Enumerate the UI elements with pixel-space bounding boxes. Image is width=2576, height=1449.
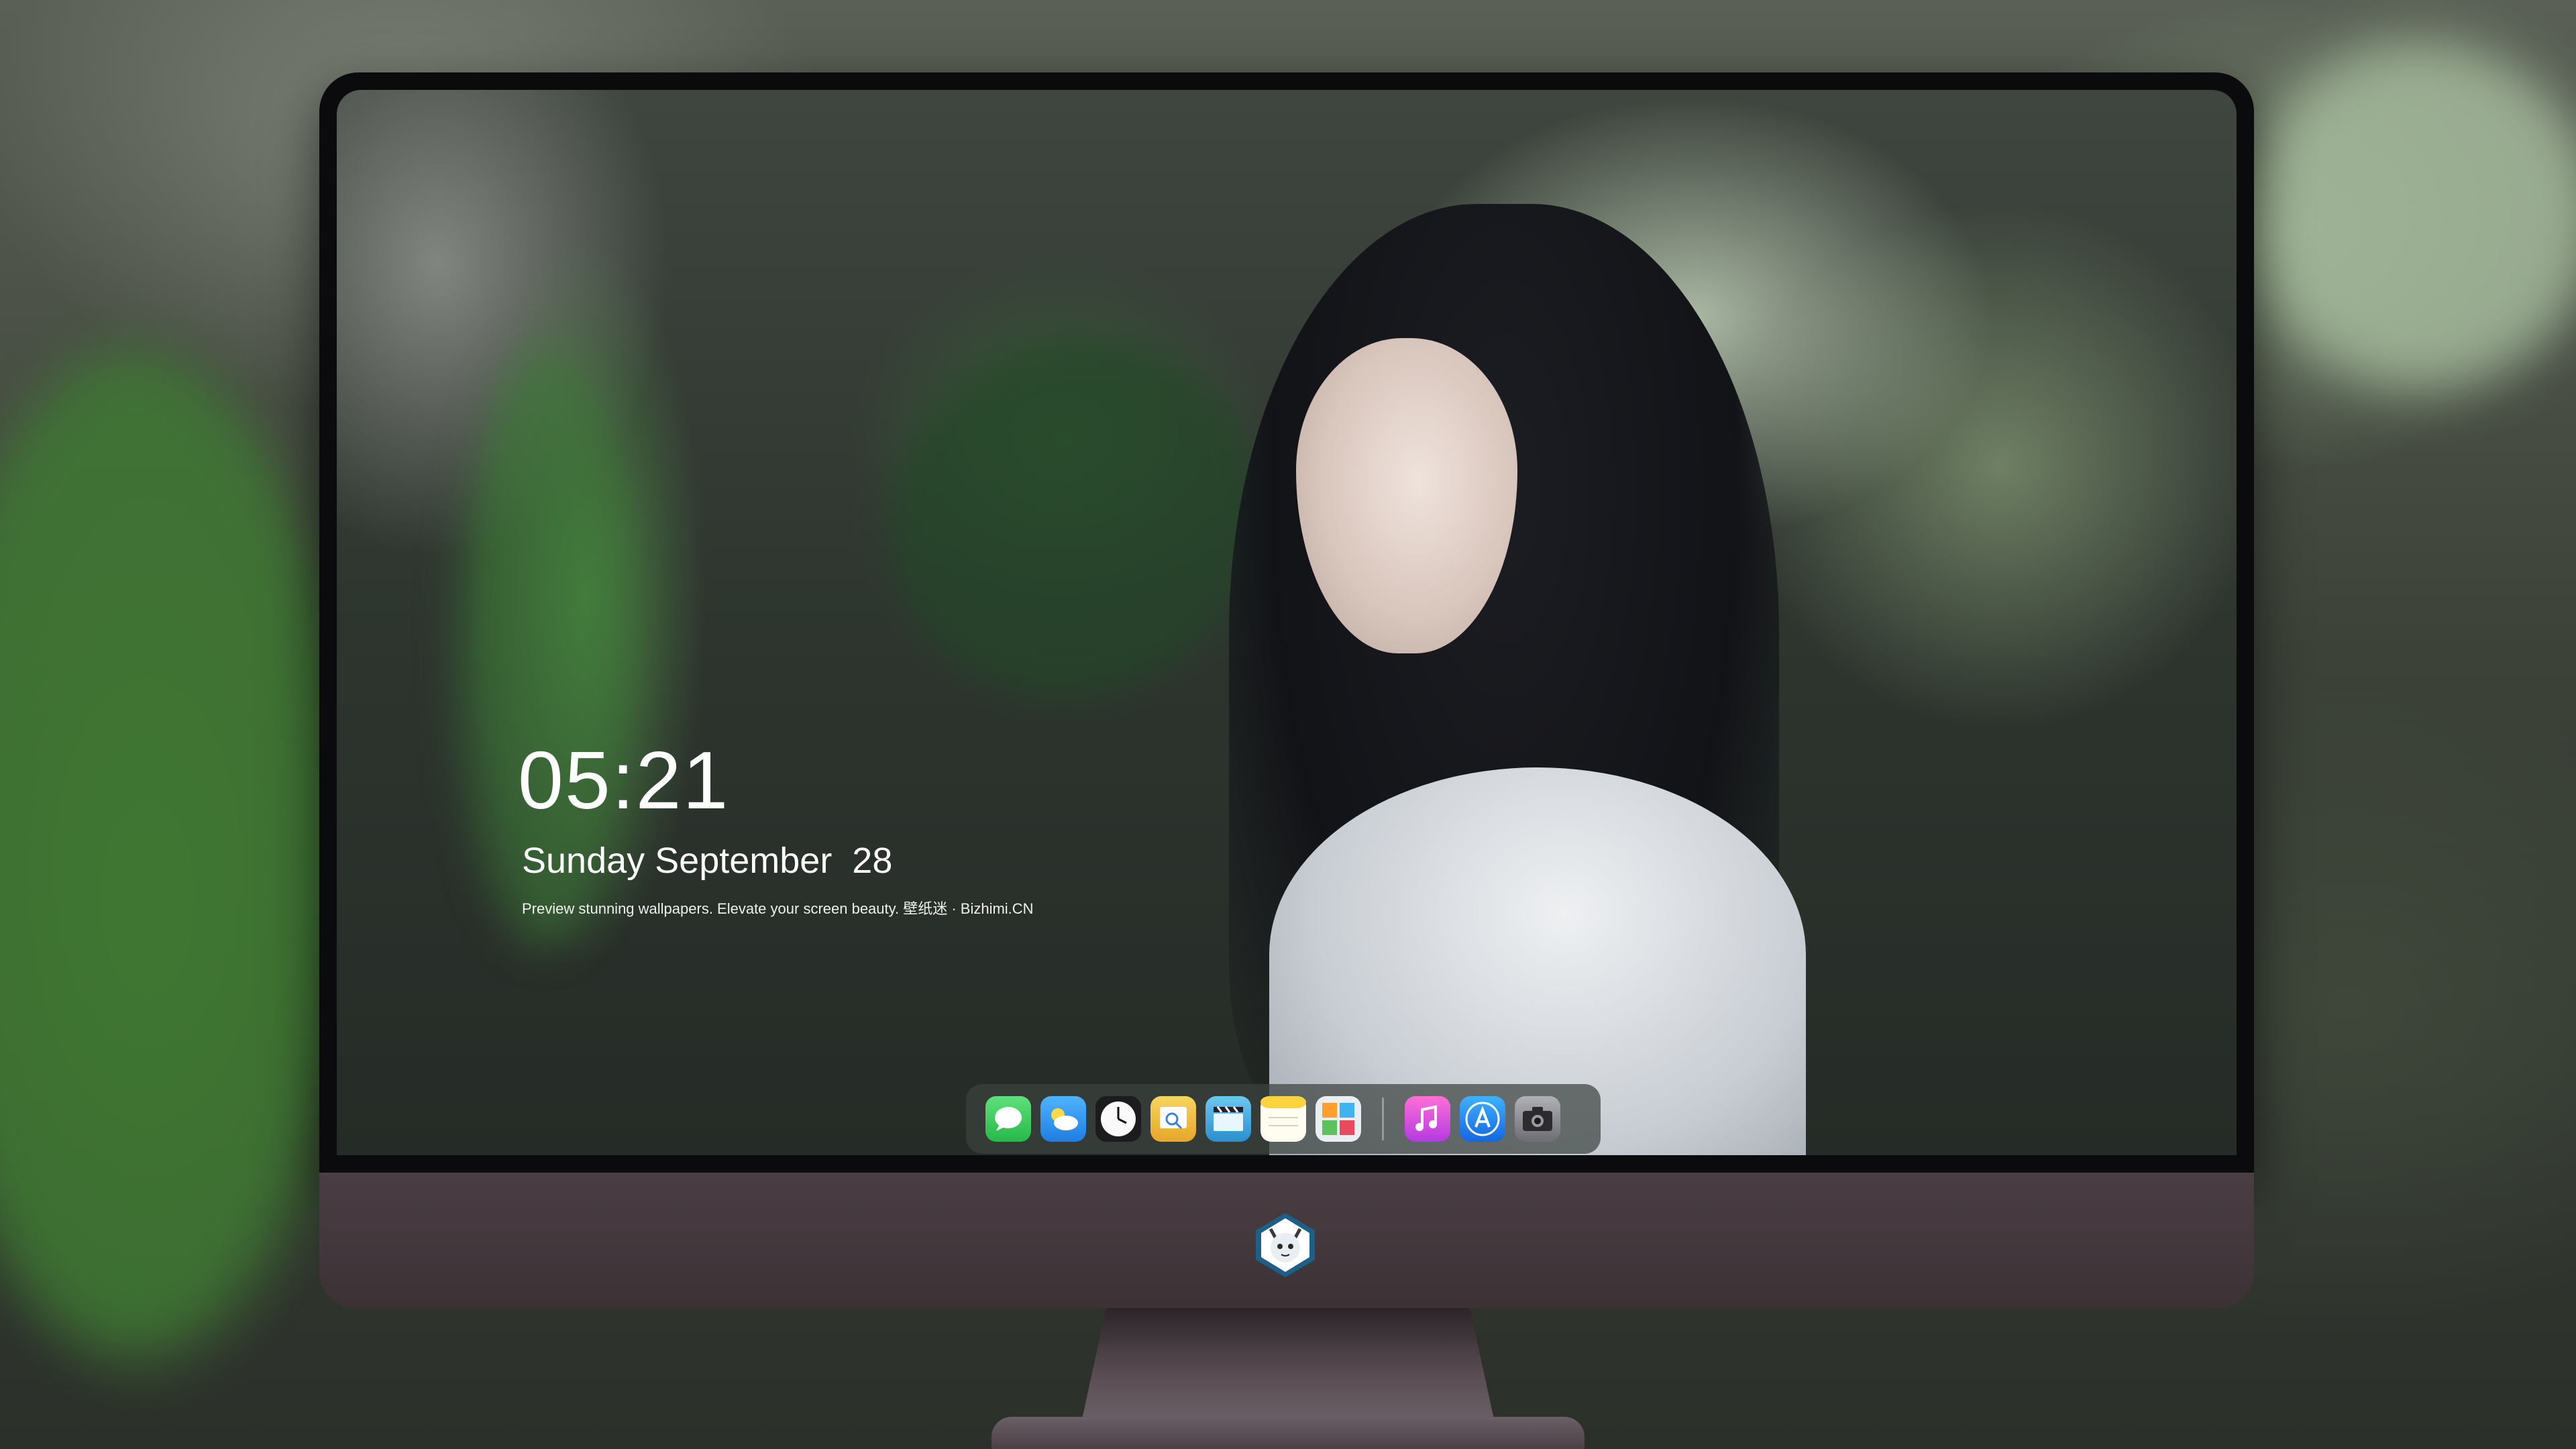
weather-icon[interactable] [1040,1096,1086,1142]
blurred-foliage [2247,40,2576,389]
lock-screen: 05:21 Sunday September 28 Preview stunni… [337,90,2237,1155]
music-icon[interactable] [1405,1096,1450,1142]
monitor: 05:21 Sunday September 28 Preview stunni… [319,72,2254,1422]
blurred-leaf [0,349,349,1355]
lock-tagline: Preview stunning wallpapers. Elevate you… [522,900,1034,917]
fox-mascot-logo-icon [1250,1210,1320,1280]
lock-time: 05:21 [518,735,730,826]
dock-separator [1382,1097,1384,1140]
dock [966,1084,1601,1154]
notes-icon[interactable] [1260,1096,1306,1142]
photo-booth-icon[interactable] [1316,1096,1361,1142]
camera-icon[interactable] [1515,1096,1560,1142]
monitor-stand-base [991,1417,1585,1449]
desktop-background: 05:21 Sunday September 28 Preview stunni… [0,0,2576,1449]
monitor-stand [1081,1308,1495,1422]
app-store-icon[interactable] [1460,1096,1505,1142]
clock-icon[interactable] [1095,1096,1141,1142]
lock-date: Sunday September 28 [522,841,893,881]
video-editor-icon[interactable] [1205,1096,1251,1142]
messages-icon[interactable] [985,1096,1031,1142]
preview-icon[interactable] [1150,1096,1196,1142]
